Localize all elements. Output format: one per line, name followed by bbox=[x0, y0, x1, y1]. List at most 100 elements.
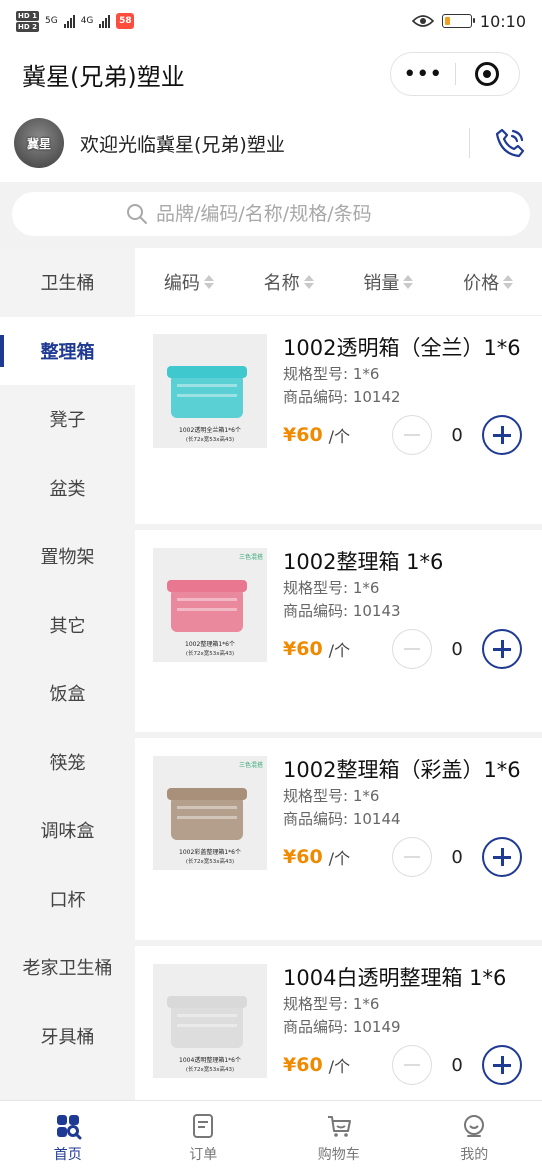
product-card[interactable]: 三色混搭 1002整理箱1*6个 (长72x宽53x高43) 1002整理箱 1… bbox=[135, 524, 542, 732]
product-bottom-row: ¥60 /个 0 bbox=[283, 837, 533, 877]
product-panel: 编码 名称 销量 价格 1002透明全兰箱1*6个 (长72x宽53x高43) … bbox=[135, 248, 542, 1100]
sort-arrows-icon bbox=[203, 274, 214, 289]
search-bar-wrapper bbox=[0, 182, 542, 248]
app-notification-icon: 58 bbox=[116, 13, 135, 29]
image-caption: 1002彩盖整理箱1*6个 bbox=[179, 849, 241, 856]
sidebar-item-penlei[interactable]: 盆类 bbox=[0, 454, 135, 523]
sidebar-item-zhiwujia[interactable]: 置物架 bbox=[0, 522, 135, 591]
product-price: ¥60 bbox=[283, 638, 323, 660]
signal1-icon bbox=[63, 14, 75, 28]
product-info: 1002整理箱 1*6 规格型号: 1*6 商品编码: 10143 ¥60 /个… bbox=[283, 548, 533, 732]
product-image[interactable]: 三色混搭 1002整理箱1*6个 (长72x宽53x高43) bbox=[153, 548, 267, 662]
product-card[interactable]: 1004透明整理箱1*6个 (长72x宽53x高43) 1004白透明整理箱 1… bbox=[135, 940, 542, 1100]
page-title: 冀星(兄弟)塑业 bbox=[22, 62, 185, 91]
sidebar-item-weishengtong[interactable]: 卫生桶 bbox=[0, 248, 135, 317]
product-image[interactable]: 1002透明全兰箱1*6个 (长72x宽53x高43) bbox=[153, 334, 267, 448]
tab-label: 我的 bbox=[460, 1146, 489, 1163]
category-sidebar: 卫生桶 整理箱 凳子 盆类 置物架 其它 饭盒 筷笼 调味盒 口杯 老家卫生桶 … bbox=[0, 248, 135, 1100]
product-spec: 规格型号: 1*6 bbox=[283, 579, 380, 597]
clock: 10:10 bbox=[479, 11, 526, 31]
sidebar-item-koubei[interactable]: 口杯 bbox=[0, 865, 135, 934]
product-info: 1002透明箱（全兰）1*6 规格型号: 1*6 商品编码: 10142 ¥60… bbox=[283, 334, 533, 524]
sort-label: 编码 bbox=[163, 272, 200, 294]
sort-bar: 编码 名称 销量 价格 bbox=[135, 248, 542, 316]
increase-quantity-button[interactable] bbox=[482, 837, 523, 877]
decrease-quantity-button[interactable] bbox=[392, 837, 433, 877]
sort-by-price[interactable]: 价格 bbox=[463, 269, 514, 295]
product-unit: /个 bbox=[328, 641, 351, 660]
product-code: 商品编码: 10144 bbox=[283, 810, 401, 828]
sim2-label: HD 2 bbox=[16, 21, 39, 32]
product-code: 商品编码: 10142 bbox=[283, 388, 401, 406]
product-card[interactable]: 1002透明全兰箱1*6个 (长72x宽53x高43) 1002透明箱（全兰）1… bbox=[135, 316, 542, 524]
sort-arrows-icon bbox=[403, 274, 414, 289]
product-name[interactable]: 1002整理箱（彩盖）1*6 bbox=[283, 756, 533, 785]
product-name[interactable]: 1002透明箱（全兰）1*6 bbox=[283, 334, 533, 363]
sidebar-item-laojia-weishengtong[interactable]: 老家卫生桶 bbox=[0, 933, 135, 1002]
sidebar-item-dengzi[interactable]: 凳子 bbox=[0, 385, 135, 454]
status-left: HD 1 HD 2 5G 4G 58 bbox=[16, 10, 135, 32]
sort-by-name[interactable]: 名称 bbox=[264, 269, 314, 295]
sidebar-item-tiaoweihe[interactable]: 调味盒 bbox=[0, 796, 135, 865]
tab-cart[interactable]: 购物车 bbox=[271, 1101, 407, 1174]
shop-logo: 冀星 bbox=[14, 118, 64, 168]
product-bottom-row: ¥60 /个 0 bbox=[283, 1045, 533, 1085]
tab-profile[interactable]: 我的 bbox=[407, 1101, 542, 1174]
product-unit: /个 bbox=[328, 427, 351, 446]
product-image[interactable]: 1004透明整理箱1*6个 (长72x宽53x高43) bbox=[153, 964, 267, 1078]
search-box[interactable] bbox=[12, 192, 530, 236]
product-code: 商品编码: 10143 bbox=[283, 602, 401, 620]
product-image[interactable]: 三色混搭 1002彩盖整理箱1*6个 (长72x宽53x高43) bbox=[153, 756, 267, 870]
image-tag: 三色混搭 bbox=[238, 762, 263, 769]
tab-orders[interactable]: 订单 bbox=[136, 1101, 272, 1174]
target-icon bbox=[475, 62, 500, 86]
product-name[interactable]: 1002整理箱 1*6 bbox=[283, 548, 533, 577]
title-bar: 冀星(兄弟)塑业 ••• bbox=[0, 46, 542, 102]
decrease-quantity-button[interactable] bbox=[392, 415, 433, 455]
increase-quantity-button[interactable] bbox=[482, 415, 523, 455]
decrease-quantity-button[interactable] bbox=[392, 1045, 433, 1085]
image-caption: 1004透明整理箱1*6个 bbox=[179, 1057, 241, 1064]
image-size: (长72x宽53x高43) bbox=[185, 437, 235, 443]
quantity-value: 0 bbox=[451, 638, 463, 660]
product-unit: /个 bbox=[328, 1057, 351, 1076]
network2-label: 4G bbox=[80, 16, 94, 26]
sort-arrows-icon bbox=[503, 274, 514, 289]
product-spec: 规格型号: 1*6 bbox=[283, 995, 380, 1013]
product-info: 1004白透明整理箱 1*6 规格型号: 1*6 商品编码: 10149 ¥60… bbox=[283, 964, 533, 1100]
sidebar-item-fanhe[interactable]: 饭盒 bbox=[0, 659, 135, 728]
miniprogram-capsule: ••• bbox=[390, 52, 520, 96]
product-spec: 规格型号: 1*6 bbox=[283, 787, 380, 805]
sidebar-item-yajutong[interactable]: 牙具桶 bbox=[0, 1002, 135, 1071]
image-tag: 三色混搭 bbox=[238, 554, 263, 561]
image-caption: 1002透明全兰箱1*6个 bbox=[179, 427, 241, 434]
sort-label: 价格 bbox=[463, 272, 500, 294]
sidebar-item-kuailong[interactable]: 筷笼 bbox=[0, 728, 135, 797]
search-input[interactable] bbox=[156, 203, 416, 225]
more-dots-icon[interactable]: ••• bbox=[391, 53, 455, 95]
product-unit: /个 bbox=[328, 849, 351, 868]
signal2-icon bbox=[99, 14, 111, 28]
sidebar-item-zhenglixiang[interactable]: 整理箱 bbox=[0, 316, 135, 385]
product-bottom-row: ¥60 /个 0 bbox=[283, 415, 533, 455]
welcome-text: 欢迎光临冀星(兄弟)塑业 bbox=[80, 133, 285, 156]
battery-icon bbox=[441, 14, 475, 28]
decrease-quantity-button[interactable] bbox=[392, 629, 433, 669]
sort-by-code[interactable]: 编码 bbox=[164, 269, 214, 295]
product-bottom-row: ¥60 /个 0 bbox=[283, 629, 533, 669]
header-divider bbox=[469, 128, 470, 158]
product-card[interactable]: 三色混搭 1002彩盖整理箱1*6个 (长72x宽53x高43) 1002整理箱… bbox=[135, 732, 542, 940]
order-icon bbox=[193, 1113, 214, 1138]
tab-label: 订单 bbox=[189, 1146, 218, 1163]
close-button[interactable] bbox=[456, 53, 520, 95]
sidebar-item-qita[interactable]: 其它 bbox=[0, 591, 135, 660]
product-name[interactable]: 1004白透明整理箱 1*6 bbox=[283, 964, 533, 993]
increase-quantity-button[interactable] bbox=[482, 629, 523, 669]
phone-icon[interactable] bbox=[492, 125, 528, 161]
bottom-tab-bar: 首页 订单 购物车 我的 bbox=[0, 1100, 542, 1174]
increase-quantity-button[interactable] bbox=[482, 1045, 523, 1085]
tab-home[interactable]: 首页 bbox=[0, 1101, 136, 1174]
status-right: 10:10 bbox=[411, 11, 526, 31]
product-price: ¥60 bbox=[283, 1054, 323, 1076]
sort-by-sales[interactable]: 销量 bbox=[363, 269, 414, 295]
